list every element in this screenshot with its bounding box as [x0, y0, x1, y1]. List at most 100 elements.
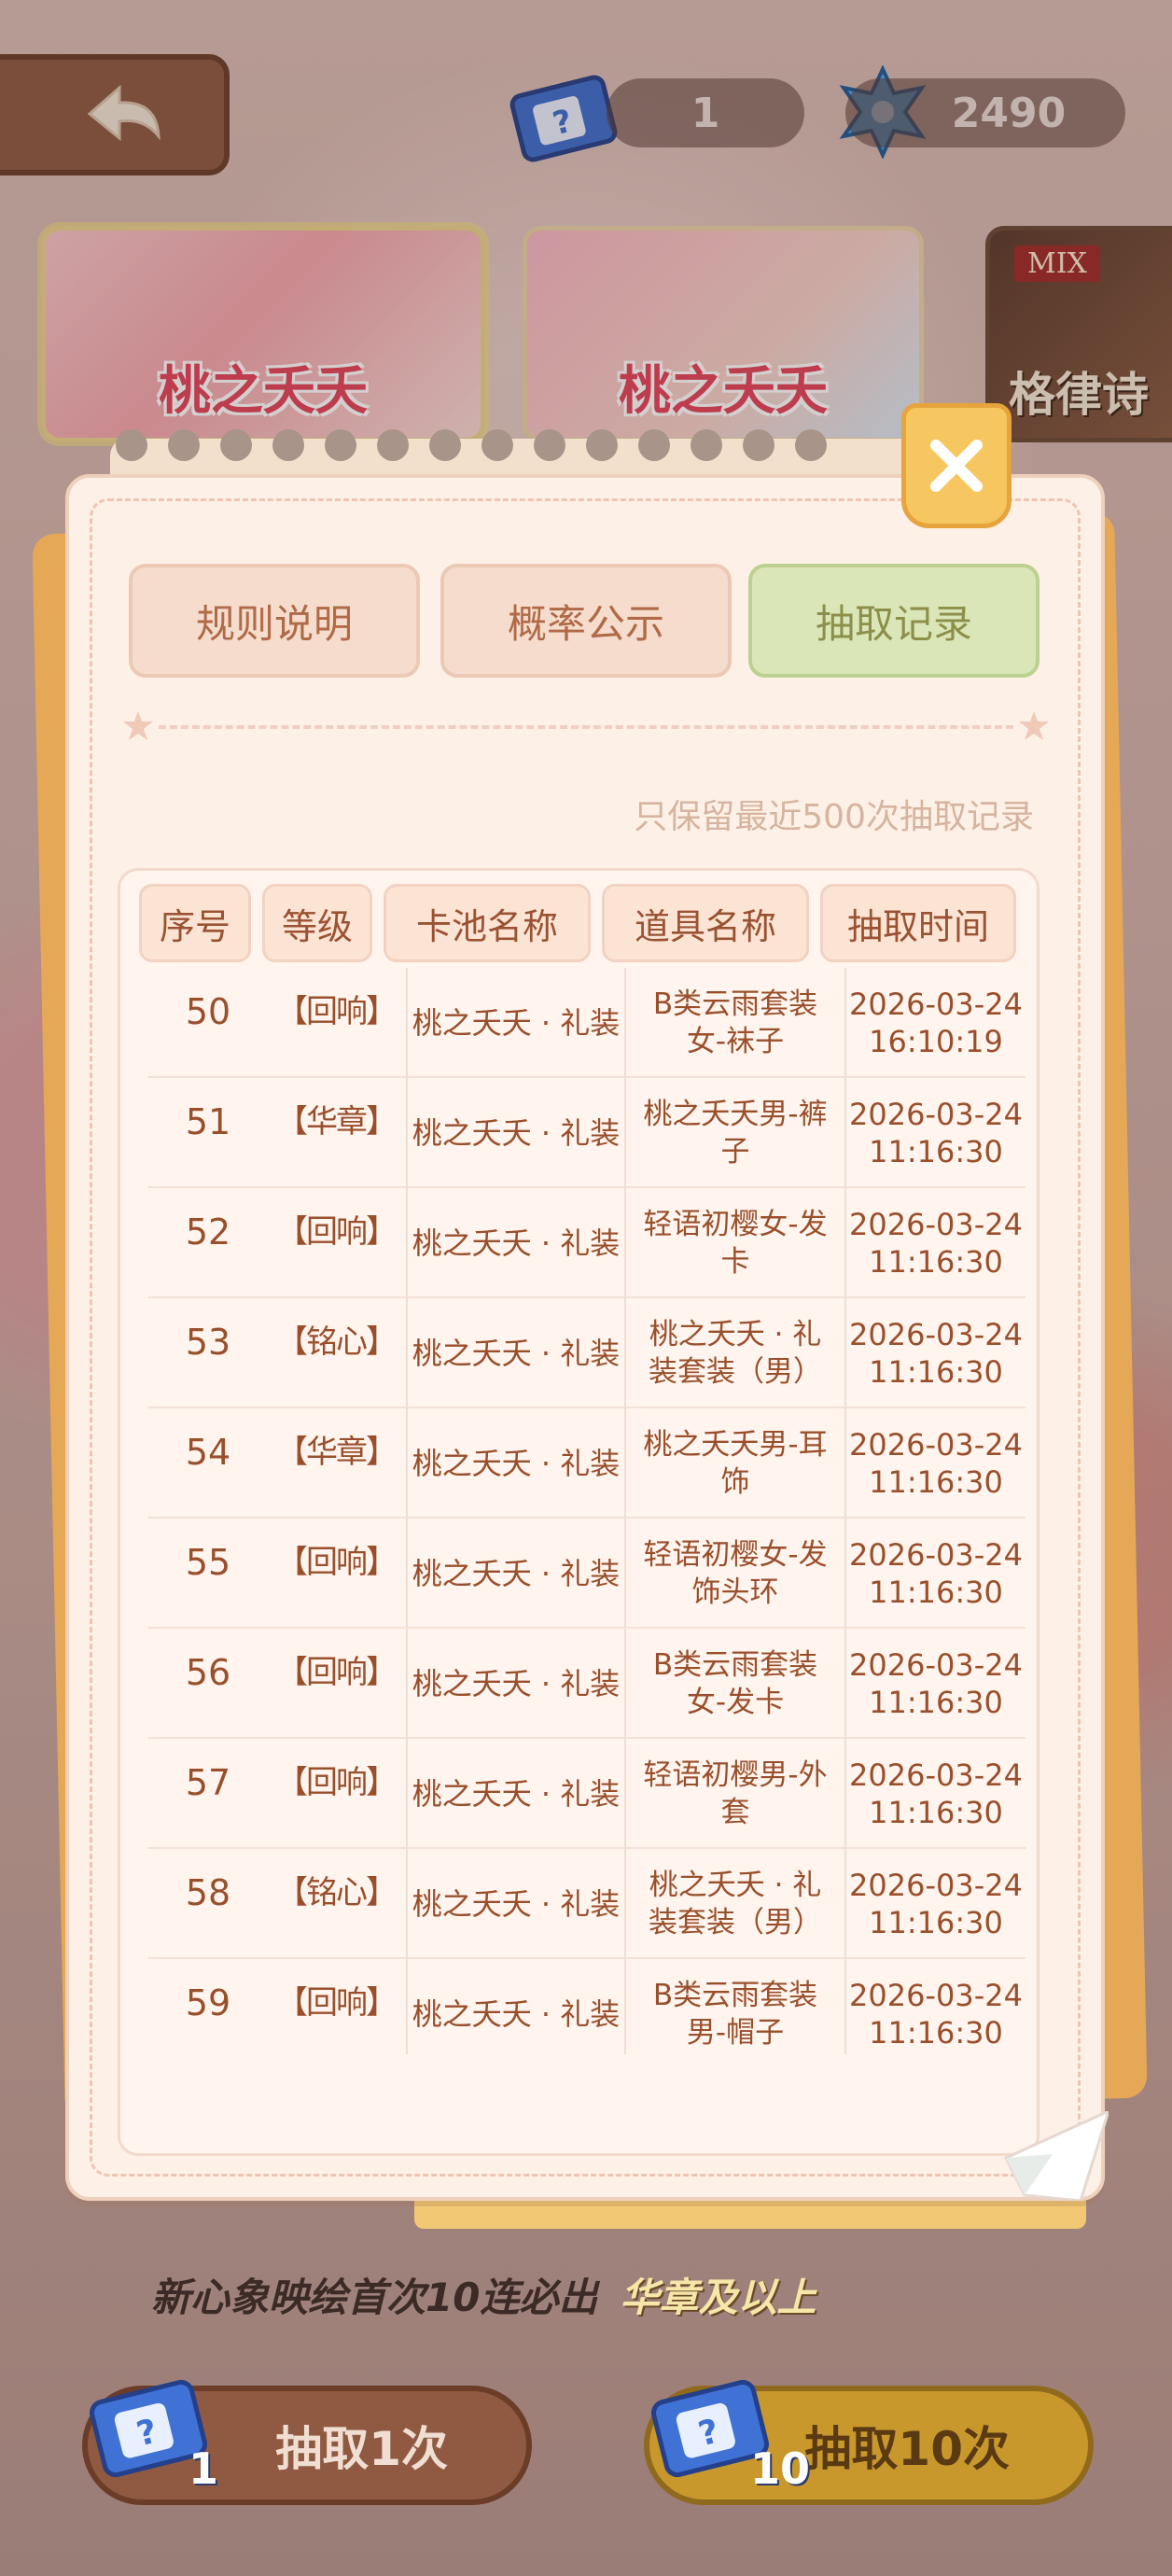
row-pool: 桃之夭夭 · 礼装: [406, 1739, 624, 1849]
draw-once-button[interactable]: ? 1 抽取1次: [82, 2379, 532, 2505]
row-pool: 桃之夭夭 · 礼装: [406, 1298, 624, 1408]
row-clock: 11:16:30: [869, 2015, 1003, 2051]
row-grade: 【回响】: [276, 993, 398, 1030]
row-clock: 11:16:30: [869, 1244, 1003, 1280]
row-clock: 11:16:30: [869, 1685, 1003, 1720]
table-row: 53 【铭心】 桃之夭夭 · 礼装 桃之夭夭 · 礼装套装（男） 2026-03-24 1…: [148, 1298, 1026, 1408]
table-row: 54 【华章】 桃之夭夭 · 礼装 桃之夭夭男-耳饰 2026-03-24 11:16:3…: [148, 1408, 1026, 1519]
header-pool: 卡池名称: [384, 884, 591, 962]
close-button[interactable]: [901, 403, 1012, 528]
row-date: 2026-03-24: [849, 1647, 1023, 1683]
tab-probability[interactable]: 概率公示: [440, 564, 732, 678]
row-pool: 桃之夭夭 · 礼装: [406, 1078, 624, 1188]
tab-rules[interactable]: 规则说明: [129, 564, 420, 678]
row-pool: 桃之夭夭 · 礼装: [406, 968, 624, 1078]
row-item: 轻语初樱女-发卡: [624, 1188, 844, 1298]
row-index: 53: [185, 1322, 231, 1363]
row-index: 55: [185, 1542, 231, 1583]
row-date: 2026-03-24: [849, 1868, 1023, 1903]
close-icon: [930, 440, 983, 492]
row-clock: 11:16:30: [869, 1464, 1003, 1500]
table-row: 56 【回响】 桃之夭夭 · 礼装 B类云雨套装女-发卡 2026-03-24 11:16…: [148, 1629, 1026, 1739]
row-grade: 【回响】: [276, 1984, 398, 2022]
draw-ten-label: 抽取10次: [804, 2422, 1010, 2476]
row-clock: 11:16:30: [869, 1575, 1003, 1610]
draw-once-label: 抽取1次: [275, 2422, 448, 2476]
row-item: 轻语初樱男-外套: [624, 1739, 844, 1849]
row-date: 2026-03-24: [849, 1097, 1023, 1132]
row-date: 2026-03-24: [849, 1978, 1023, 2013]
row-grade: 【铭心】: [276, 1874, 398, 1911]
row-date: 2026-03-24: [849, 1207, 1023, 1242]
row-index: 56: [185, 1652, 231, 1693]
row-date: 2026-03-24: [849, 987, 1023, 1022]
page-corner-fold: [1003, 2111, 1109, 2201]
row-time: 2026-03-24 11:16:30: [844, 1849, 1026, 1959]
header-time: 抽取时间: [820, 884, 1016, 962]
row-time: 2026-03-24 11:16:30: [844, 1078, 1026, 1188]
row-grade: 【华章】: [276, 1434, 398, 1471]
tab-records[interactable]: 抽取记录: [748, 564, 1039, 678]
star-icon: [123, 711, 153, 740]
row-time: 2026-03-24 11:16:30: [844, 1408, 1026, 1519]
row-time: 2026-03-24 11:16:30: [844, 1739, 1026, 1849]
table-row: 51 【华章】 桃之夭夭 · 礼装 桃之夭夭男-裤子 2026-03-24 11:16:3…: [148, 1078, 1026, 1188]
row-index: 59: [185, 1982, 231, 2023]
table-row: 50 【回响】 桃之夭夭 · 礼装 B类云雨套装女-袜子 2026-03-24 16:10…: [148, 968, 1026, 1078]
header-index: 序号: [139, 884, 251, 962]
row-time: 2026-03-24 11:16:30: [844, 1959, 1026, 2054]
divider: [121, 709, 1051, 743]
row-pool: 桃之夭夭 · 礼装: [406, 1519, 624, 1629]
row-item: 轻语初樱女-发饰头环: [624, 1519, 844, 1629]
row-grade: 【回响】: [276, 1764, 398, 1801]
row-clock: 16:10:19: [869, 1024, 1003, 1059]
row-pool: 桃之夭夭 · 礼装: [406, 1188, 624, 1298]
records-table: 序号 等级 卡池名称 道具名称 抽取时间 50 【回响】 桃之夭夭 · 礼装 B类云雨…: [118, 868, 1039, 2156]
records-note: 只保留最近500次抽取记录: [634, 798, 1034, 836]
row-item: 桃之夭夭 · 礼装套装（男）: [624, 1298, 844, 1408]
row-time: 2026-03-24 16:10:19: [844, 968, 1026, 1078]
row-grade: 【回响】: [276, 1213, 398, 1251]
row-grade: 【华章】: [276, 1103, 398, 1141]
row-pool: 桃之夭夭 · 礼装: [406, 1408, 624, 1519]
row-index: 54: [185, 1432, 231, 1473]
row-pool: 桃之夭夭 · 礼装: [406, 1629, 624, 1739]
row-item: 桃之夭夭 · 礼装套装（男）: [624, 1849, 844, 1959]
draw-ten-button[interactable]: ? 10 抽取10次: [644, 2379, 1094, 2505]
ticket-cost: 10: [750, 2443, 811, 2494]
row-clock: 11:16:30: [869, 1905, 1003, 1940]
header-grade: 等级: [262, 884, 372, 962]
row-pool: 桃之夭夭 · 礼装: [406, 1959, 624, 2054]
table-row: 57 【回响】 桃之夭夭 · 礼装 轻语初樱男-外套 2026-03-24 11:16:3…: [148, 1739, 1026, 1849]
row-pool: 桃之夭夭 · 礼装: [406, 1849, 624, 1959]
row-clock: 11:16:30: [869, 1134, 1003, 1169]
table-row: 55 【回响】 桃之夭夭 · 礼装 轻语初樱女-发饰头环 2026-03-24 11:16…: [148, 1519, 1026, 1629]
guarantee-text: 新心象映绘首次10连必出 华章及以上: [151, 2266, 816, 2323]
row-time: 2026-03-24 11:16:30: [844, 1519, 1026, 1629]
row-index: 57: [185, 1762, 231, 1803]
row-date: 2026-03-24: [849, 1317, 1023, 1352]
ticket-cost: 1: [188, 2443, 219, 2494]
row-item: B类云雨套装女-袜子: [624, 968, 844, 1078]
table-header: 序号 等级 卡池名称 道具名称 抽取时间: [139, 884, 1026, 962]
records-list[interactable]: 50 【回响】 桃之夭夭 · 礼装 B类云雨套装女-袜子 2026-03-24 16:10…: [148, 968, 1026, 2054]
row-date: 2026-03-24: [849, 1757, 1023, 1793]
guarantee-main: 新心象映绘首次10连必出: [151, 2275, 598, 2320]
row-date: 2026-03-24: [849, 1537, 1023, 1573]
star-icon: [1019, 711, 1049, 740]
row-item: 桃之夭夭男-耳饰: [624, 1408, 844, 1519]
table-row: 58 【铭心】 桃之夭夭 · 礼装 桃之夭夭 · 礼装套装（男） 2026-03-24 1…: [148, 1849, 1026, 1959]
row-time: 2026-03-24 11:16:30: [844, 1188, 1026, 1298]
table-row: 52 【回响】 桃之夭夭 · 礼装 轻语初樱女-发卡 2026-03-24 11:16:3…: [148, 1188, 1026, 1298]
row-time: 2026-03-24 11:16:30: [844, 1629, 1026, 1739]
row-time: 2026-03-24 11:16:30: [844, 1298, 1026, 1408]
row-index: 52: [185, 1211, 231, 1253]
row-index: 50: [185, 991, 231, 1032]
row-clock: 11:16:30: [869, 1354, 1003, 1390]
row-grade: 【回响】: [276, 1654, 398, 1691]
row-clock: 11:16:30: [869, 1795, 1003, 1830]
row-item: 桃之夭夭男-裤子: [624, 1078, 844, 1188]
row-date: 2026-03-24: [849, 1427, 1023, 1463]
row-index: 51: [185, 1101, 231, 1142]
guarantee-highlight: 华章及以上: [620, 2275, 816, 2320]
